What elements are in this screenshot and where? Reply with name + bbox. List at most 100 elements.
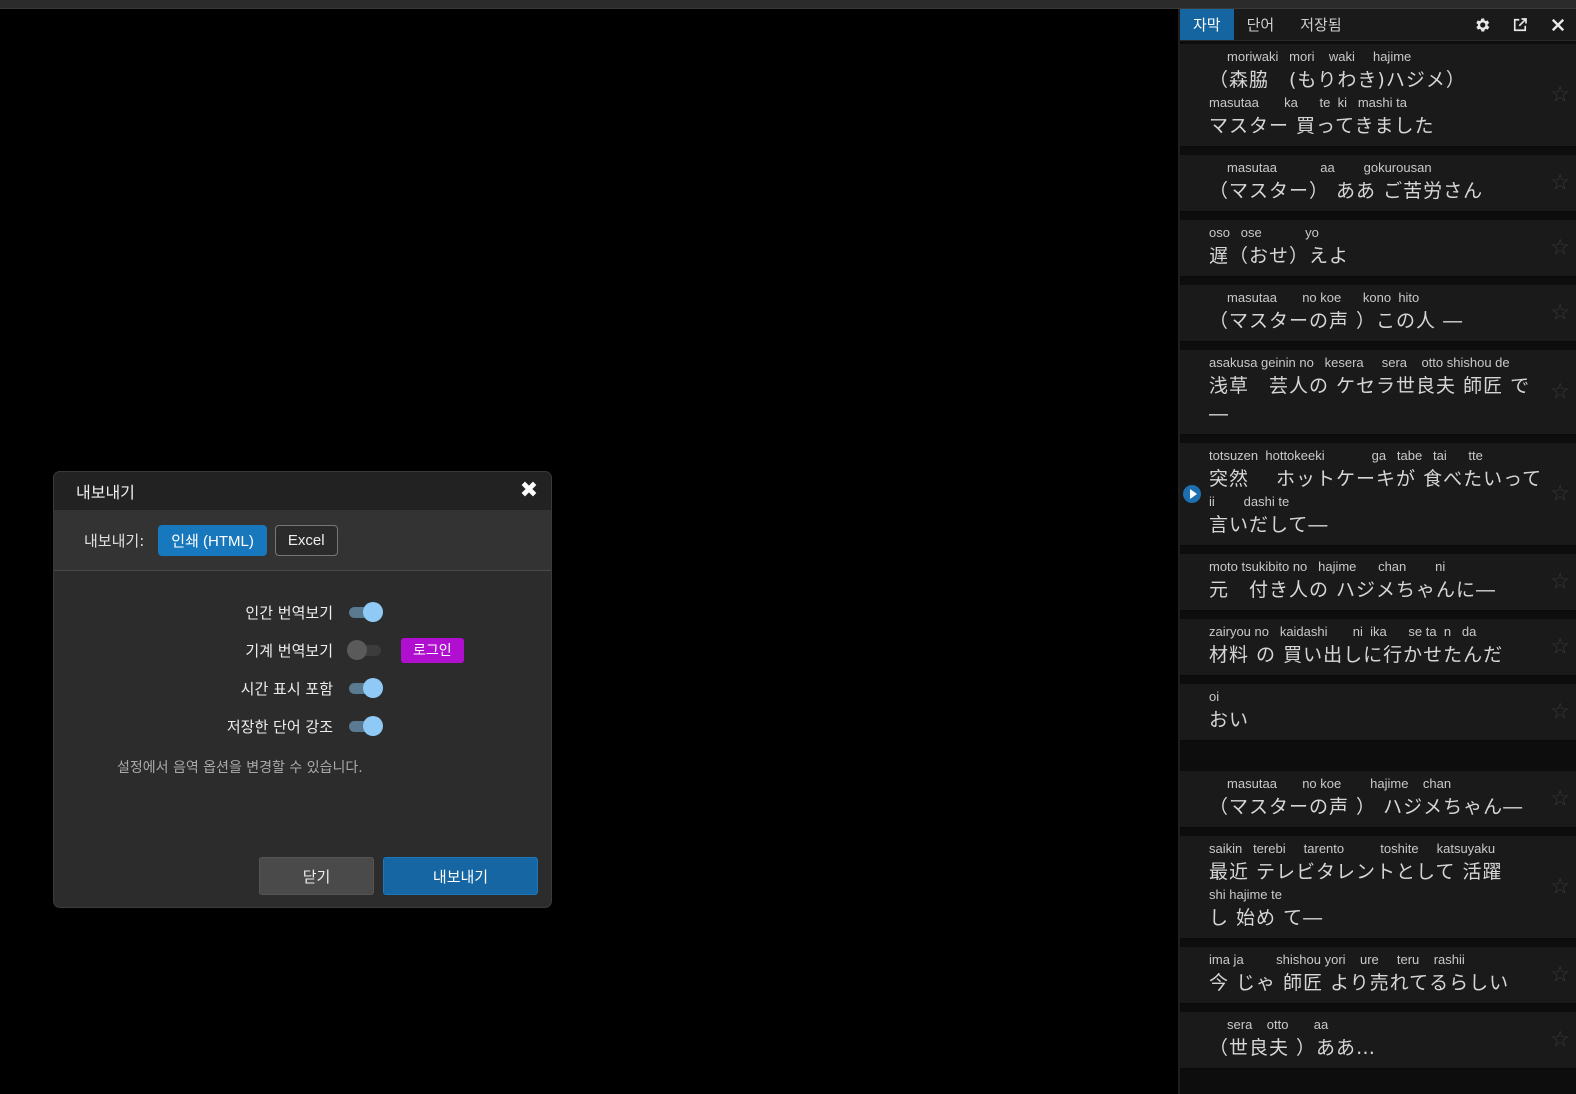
export-format-row: 내보내기: 인쇄 (HTML) Excel	[54, 510, 551, 571]
timestamps-toggle[interactable]	[347, 677, 383, 699]
option-highlight-saved: 저장한 단어 강조	[54, 707, 551, 745]
close-button[interactable]: 닫기	[259, 857, 374, 895]
gear-icon[interactable]	[1472, 15, 1492, 35]
romaji-text: saikin terebi tarento toshite katsuyaku	[1209, 841, 1496, 856]
japanese-text[interactable]: （マスターの声 ） ハジメちゃん―	[1209, 793, 1536, 821]
romaji-text: oi	[1209, 689, 1220, 704]
option-label: 시간 표시 포함	[240, 679, 333, 698]
japanese-text[interactable]: 元 付き人の ハジメちゃんに―	[1209, 576, 1536, 604]
subtitle-line: masutaa no koe kono hito （マスターの声 ）この人 ―	[1209, 289, 1536, 335]
romaji-text: asakusa geinin no kesera sera otto shish…	[1209, 355, 1510, 370]
panel-tools	[1472, 9, 1568, 41]
option-label: 인간 번역보기	[245, 603, 333, 622]
subtitle-row[interactable]: asakusa geinin no kesera sera otto shish…	[1180, 350, 1576, 435]
subtitle-row[interactable]: moto tsukibito no hajime chan ni 元 付き人の ハ…	[1180, 554, 1576, 611]
japanese-text[interactable]: （世良夫 ）ああ…	[1209, 1034, 1536, 1062]
star-icon[interactable]: ☆	[1550, 236, 1570, 261]
highlight-saved-toggle[interactable]	[347, 715, 383, 737]
subtitle-panel: 자막 단어 저장됨 moriwaki mori waki hajime （森脇 (…	[1178, 9, 1576, 1094]
tab-words[interactable]: 단어	[1234, 9, 1288, 40]
japanese-text[interactable]: 遅（おせ）えよ	[1209, 242, 1536, 270]
play-icon[interactable]	[1183, 485, 1201, 503]
romaji-text: moriwaki mori waki hajime	[1209, 49, 1412, 64]
subtitle-row[interactable]: saikin terebi tarento toshite katsuyaku 最…	[1180, 836, 1576, 939]
subtitle-row[interactable]: ima ja shishou yori ure teru rashii 今 じゃ …	[1180, 947, 1576, 1004]
export-label: 내보내기:	[84, 531, 145, 550]
subtitle-row[interactable]: zairyou no kaidashi ni ika se ta n da 材料 …	[1180, 619, 1576, 676]
romaji-text: ima ja shishou yori ure teru rashii	[1209, 952, 1465, 967]
subtitle-line: moriwaki mori waki hajime （森脇 (もりわき)ハジメ）	[1209, 48, 1536, 94]
romaji-text: sera otto aa	[1209, 1017, 1329, 1032]
japanese-text[interactable]: （マスター） ああ ご苦労さん	[1209, 177, 1536, 205]
subtitle-row[interactable]: moriwaki mori waki hajime （森脇 (もりわき)ハジメ） m…	[1180, 44, 1576, 147]
subtitle-row[interactable]: oi おい ☆	[1180, 684, 1576, 741]
romaji-text: zairyou no kaidashi ni ika se ta n da	[1209, 624, 1477, 639]
format-excel-button[interactable]: Excel	[274, 524, 338, 556]
star-icon[interactable]: ☆	[1550, 83, 1570, 108]
dialog-footer: 닫기 내보내기	[259, 857, 538, 895]
star-icon[interactable]: ☆	[1550, 963, 1570, 988]
subtitle-row[interactable]: masutaa aa gokurousan （マスター） ああ ご苦労さん ☆	[1180, 155, 1576, 212]
star-icon[interactable]: ☆	[1550, 1028, 1570, 1053]
options-list: 인간 번역보기 기계 번역보기 로그인 시간 표시 포함 저장한 단어 강조 설…	[54, 571, 551, 777]
romaji-text: shi hajime te	[1209, 887, 1282, 902]
subtitle-line: masutaa aa gokurousan （マスター） ああ ご苦労さん	[1209, 159, 1536, 205]
star-icon[interactable]: ☆	[1550, 570, 1570, 595]
star-icon[interactable]: ☆	[1550, 875, 1570, 900]
subtitle-line: oi おい	[1209, 688, 1536, 734]
subtitle-line: shi hajime te し 始め て―	[1209, 886, 1536, 932]
close-icon[interactable]	[1548, 15, 1568, 35]
subtitle-row[interactable]: masutaa no koe kono hito （マスターの声 ）この人 ― ☆	[1180, 285, 1576, 342]
japanese-text[interactable]: し 始め て―	[1209, 904, 1536, 932]
close-icon[interactable]: ✖	[518, 480, 540, 502]
japanese-text[interactable]: 材料 の 買い出しに行かせたんだ	[1209, 641, 1536, 669]
japanese-text[interactable]: 最近 テレビタレントとして 活躍	[1209, 858, 1536, 886]
star-icon[interactable]: ☆	[1550, 635, 1570, 660]
export-button[interactable]: 내보내기	[383, 857, 538, 895]
japanese-text[interactable]: 言いだして―	[1209, 511, 1536, 539]
star-icon[interactable]: ☆	[1550, 380, 1570, 405]
japanese-text[interactable]: おい	[1209, 706, 1536, 734]
star-icon[interactable]: ☆	[1550, 301, 1570, 326]
subtitle-line: zairyou no kaidashi ni ika se ta n da 材料 …	[1209, 623, 1536, 669]
human-translation-toggle[interactable]	[347, 601, 383, 623]
option-label: 저장한 단어 강조	[226, 717, 333, 736]
subtitle-line: moto tsukibito no hajime chan ni 元 付き人の ハ…	[1209, 558, 1536, 604]
subtitle-row[interactable]: totsuzen hottokeeki ga tabe tai tte 突然 ホッ…	[1180, 443, 1576, 546]
subtitle-line: saikin terebi tarento toshite katsuyaku 最…	[1209, 840, 1536, 886]
subtitle-row[interactable]: masutaa no koe hajime chan （マスターの声 ） ハジメち…	[1180, 771, 1576, 828]
japanese-text[interactable]: 突然 ホットケーキが 食べたいって	[1209, 465, 1541, 493]
machine-translation-toggle[interactable]	[347, 639, 383, 661]
romaji-text: masutaa aa gokurousan	[1209, 160, 1432, 175]
star-icon[interactable]: ☆	[1550, 700, 1570, 725]
japanese-text[interactable]: （マスターの声 ）この人 ―	[1209, 307, 1536, 335]
login-button[interactable]: 로그인	[401, 637, 464, 663]
star-icon[interactable]: ☆	[1550, 482, 1570, 507]
star-icon[interactable]: ☆	[1550, 171, 1570, 196]
subtitle-list: moriwaki mori waki hajime （森脇 (もりわき)ハジメ） m…	[1180, 44, 1576, 1077]
romaji-text: oso ose yo	[1209, 225, 1319, 240]
subtitle-line: oso ose yo 遅（おせ）えよ	[1209, 224, 1536, 270]
option-timestamps: 시간 표시 포함	[54, 669, 551, 707]
tab-saved[interactable]: 저장됨	[1287, 9, 1354, 40]
subtitle-line: ima ja shishou yori ure teru rashii 今 じゃ …	[1209, 951, 1536, 997]
dialog-title: 내보내기	[76, 483, 135, 502]
dialog-header: 내보내기 ✖	[54, 472, 551, 510]
browser-top-bar	[0, 0, 1576, 9]
subtitle-line: masutaa no koe hajime chan （マスターの声 ） ハジメち…	[1209, 775, 1536, 821]
export-icon[interactable]	[1510, 15, 1530, 35]
japanese-text[interactable]: 今 じゃ 師匠 より売れてるらしい	[1209, 969, 1536, 997]
format-html-button[interactable]: 인쇄 (HTML)	[158, 524, 267, 556]
subtitle-row[interactable]: sera otto aa （世良夫 ）ああ… ☆	[1180, 1012, 1576, 1069]
star-icon[interactable]: ☆	[1550, 787, 1570, 812]
japanese-text[interactable]: マスター 買ってきました	[1209, 112, 1536, 140]
option-machine-translation: 기계 번역보기 로그인	[54, 631, 551, 669]
romaji-text: masutaa ka te ki mashi ta	[1209, 95, 1407, 110]
japanese-text[interactable]: 浅草 芸人の ケセラ世良夫 師匠 で ―	[1209, 372, 1536, 428]
tab-subtitles[interactable]: 자막	[1180, 9, 1234, 40]
subtitle-line: sera otto aa （世良夫 ）ああ…	[1209, 1016, 1536, 1062]
subtitle-row[interactable]: oso ose yo 遅（おせ）えよ ☆	[1180, 220, 1576, 277]
export-dialog: 내보내기 ✖ 내보내기: 인쇄 (HTML) Excel 인간 번역보기 기계 …	[54, 472, 551, 907]
romaji-text: moto tsukibito no hajime chan ni	[1209, 559, 1446, 574]
japanese-text[interactable]: （森脇 (もりわき)ハジメ）	[1209, 66, 1536, 94]
